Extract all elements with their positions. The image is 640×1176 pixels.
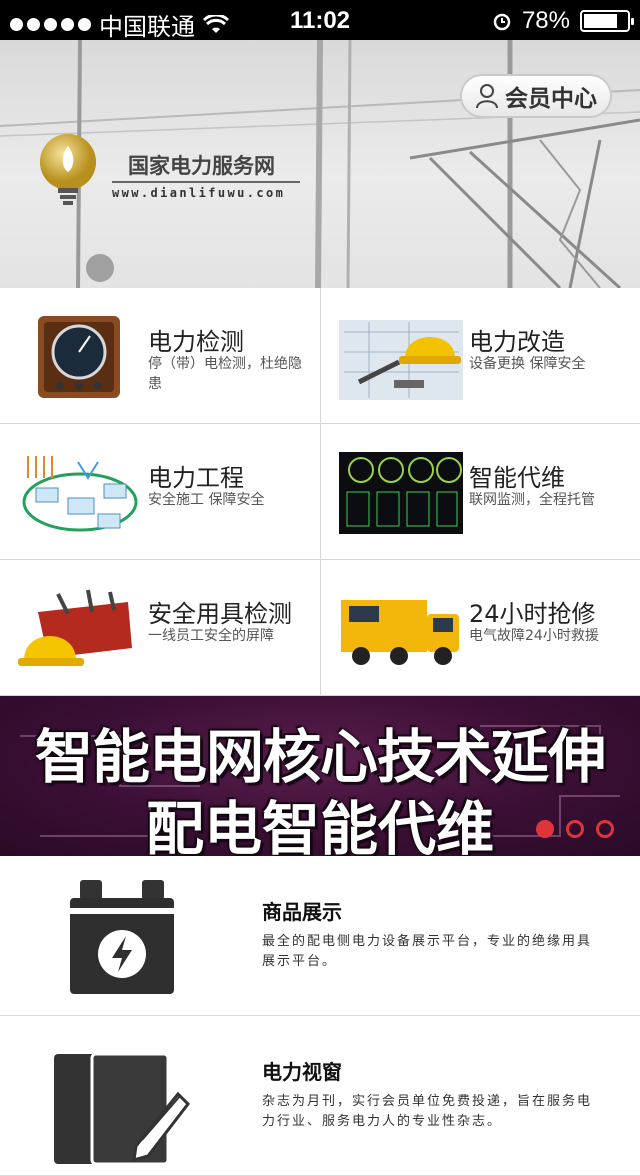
services-grid: 电力检测 停（带）电检测，杜绝隐患 电力改造 设备更换 保障安全 电力工程 安全… [0, 288, 640, 696]
promo-line2: 配电智能代维 [145, 795, 494, 856]
blueprint-helmet-icon [339, 320, 463, 400]
battery-bolt-icon [70, 880, 174, 994]
service-safety-tool-inspection[interactable]: 安全用具检测 一线员工安全的屏障 [0, 560, 320, 696]
service-title: 电力改造 [469, 328, 565, 356]
service-title: 安全用具检测 [148, 600, 292, 628]
service-power-engineering[interactable]: 电力工程 安全施工 保障安全 [0, 424, 320, 560]
site-url: www.dianlifuwu.com [112, 186, 286, 200]
service-title: 电力工程 [148, 464, 244, 492]
user-icon [476, 84, 498, 109]
list-item-title: 商品展示 [262, 900, 342, 924]
service-smart-maintenance[interactable]: 智能代维 联网监测，全程托管 [320, 424, 640, 560]
lightbulb-logo-icon [40, 134, 96, 205]
pager-dot[interactable] [536, 820, 554, 838]
site-name: 国家电力服务网 [128, 154, 275, 178]
toolbag-helmet-icon [18, 589, 132, 666]
service-title: 24小时抢修 [469, 600, 596, 628]
service-desc: 一线员工安全的屏障 [148, 628, 274, 644]
list-item-title: 电力视窗 [262, 1060, 342, 1084]
pager-dot[interactable] [596, 820, 614, 838]
service-power-inspection[interactable]: 电力检测 停（带）电检测，杜绝隐患 [0, 288, 320, 424]
service-desc: 安全施工 保障安全 [148, 492, 265, 508]
monitor-panel-icon [339, 452, 463, 534]
member-center-button[interactable]: 会员中心 [460, 74, 612, 118]
list-item-product-showcase[interactable]: 商品展示 最全的配电侧电力设备展示平台，专业的绝缘用具展示平台。 [0, 856, 640, 1016]
service-power-renovation[interactable]: 电力改造 设备更换 保障安全 [320, 288, 640, 424]
service-desc: 电气故障24小时救援 [469, 628, 599, 644]
status-bar: 中国联通 11:02 78% [0, 0, 640, 41]
repair-truck-icon [341, 600, 459, 665]
member-center-label: 会员中心 [505, 86, 597, 112]
service-title: 智能代维 [469, 464, 565, 492]
battery-percent: 78% [521, 7, 570, 34]
pager-dot[interactable] [566, 820, 584, 838]
promo-carousel[interactable]: 智能电网核心技术延伸 配电智能代维 [0, 696, 640, 856]
list-item-power-window[interactable]: 电力视窗 杂志为月刊，实行会员单位免费投递，旨在服务电力行业、服务电力人的专业性… [0, 1016, 640, 1176]
carousel-pager[interactable] [536, 820, 614, 838]
list-item-desc: 杂志为月刊，实行会员单位免费投递，旨在服务电力行业、服务电力人的专业性杂志。 [262, 1094, 593, 1129]
service-24h-repair[interactable]: 24小时抢修 电气故障24小时救援 [320, 560, 640, 696]
divider [112, 181, 300, 183]
service-desc: 停（带）电检测，杜绝隐患 [148, 356, 302, 392]
battery-icon [580, 10, 634, 32]
header-banner: 会员中心 国家电力服务网 www.dianlifuwu.com [0, 40, 640, 288]
meter-gauge-icon [38, 316, 120, 398]
list-item-desc: 最全的配电侧电力设备展示平台，专业的绝缘用具展示平台。 [262, 934, 593, 969]
service-desc: 设备更换 保障安全 [469, 356, 586, 372]
service-title: 电力检测 [148, 328, 244, 356]
alarm-icon [493, 13, 511, 31]
book-pencil-icon [54, 1052, 190, 1166]
substation-diagram-icon [22, 456, 138, 532]
service-desc: 联网监测，全程托管 [469, 492, 595, 508]
